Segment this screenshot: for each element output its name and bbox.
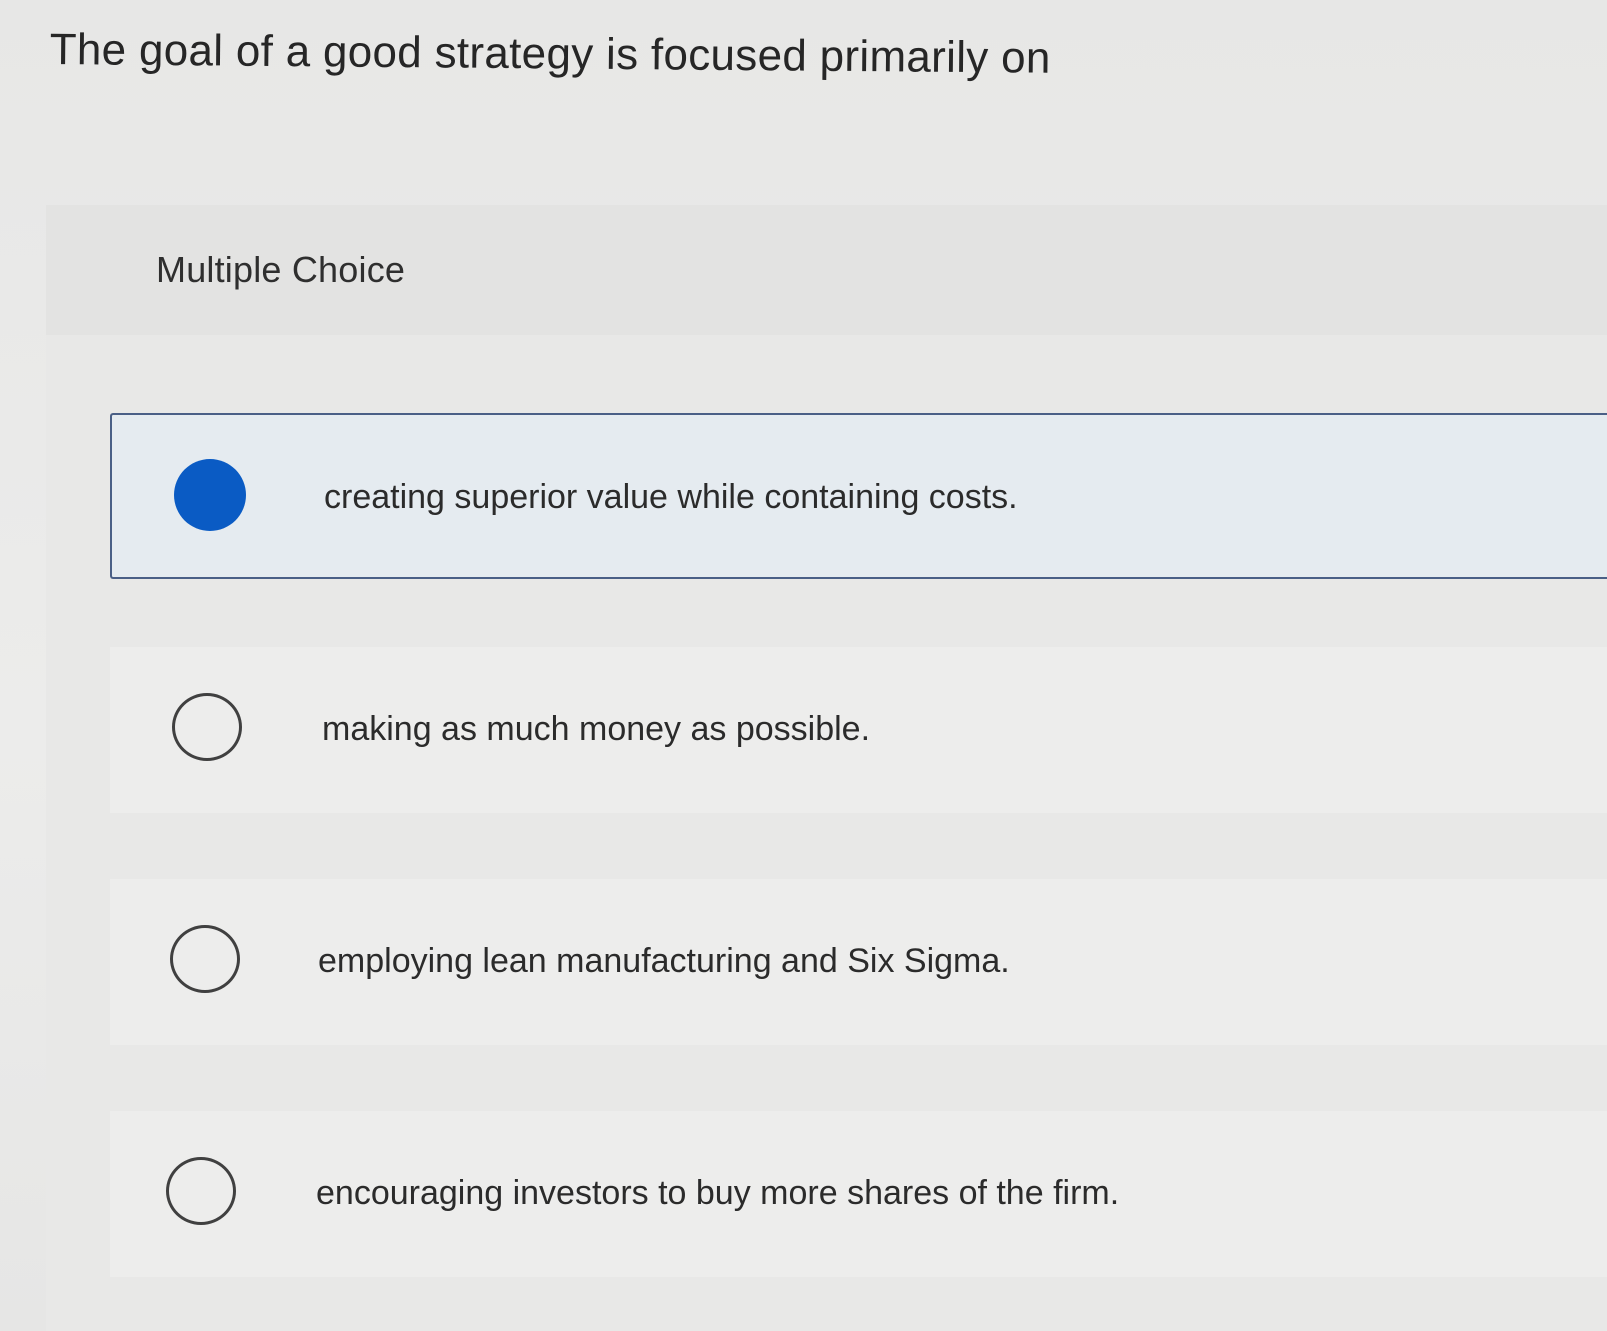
option-label: making as much money as possible.	[322, 710, 871, 748]
radio-unselected-icon[interactable]	[166, 1157, 236, 1225]
radio-unselected-icon[interactable]	[172, 693, 242, 761]
option-label: creating superior value while containing…	[324, 478, 1018, 516]
option-2[interactable]: making as much money as possible.	[110, 647, 1607, 813]
radio-unselected-icon[interactable]	[170, 925, 240, 993]
option-label: encouraging investors to buy more shares…	[316, 1174, 1120, 1212]
panel-header: Multiple Choice	[46, 205, 1607, 335]
option-label: employing lean manufacturing and Six Sig…	[318, 942, 1010, 980]
question-type-label: Multiple Choice	[156, 249, 406, 290]
option-4[interactable]: encouraging investors to buy more shares…	[110, 1111, 1607, 1277]
option-3[interactable]: employing lean manufacturing and Six Sig…	[110, 879, 1607, 1045]
multiple-choice-panel: Multiple Choice creating superior value …	[46, 205, 1607, 1331]
radio-selected-icon[interactable]	[174, 459, 246, 531]
question-text: The goal of a good strategy is focused p…	[49, 24, 1051, 83]
option-1[interactable]: creating superior value while containing…	[110, 413, 1607, 579]
